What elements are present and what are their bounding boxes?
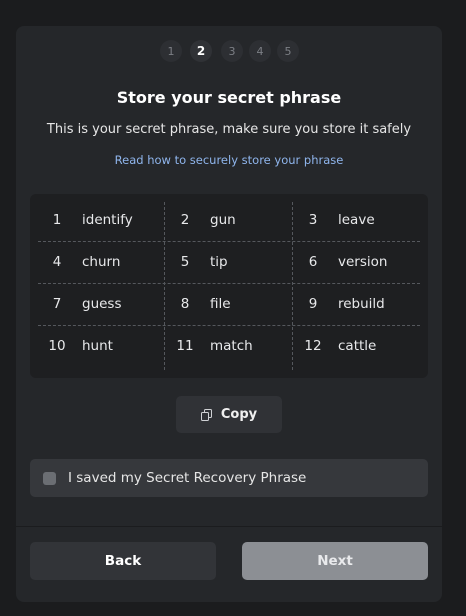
setup-card: 1 2 3 4 5 Store your secret phrase This … bbox=[16, 26, 442, 602]
saved-phrase-label: I saved my Secret Recovery Phrase bbox=[68, 470, 307, 486]
phrase-word-number: 2 bbox=[180, 212, 190, 228]
phrase-word-text: match bbox=[210, 338, 253, 354]
phrase-word-text: cattle bbox=[338, 338, 377, 354]
phrase-word-number: 3 bbox=[308, 212, 318, 228]
phrase-word-number: 5 bbox=[180, 254, 190, 270]
phrase-word-text: churn bbox=[82, 254, 121, 270]
help-link[interactable]: Read how to securely store your phrase bbox=[16, 153, 442, 167]
phrase-word-number: 10 bbox=[48, 338, 66, 354]
grid-divider bbox=[292, 202, 293, 370]
phrase-word-text: hunt bbox=[82, 338, 113, 354]
copy-icon bbox=[200, 408, 213, 421]
phrase-word: 6 version bbox=[300, 243, 388, 281]
copy-button[interactable]: Copy bbox=[176, 396, 282, 433]
page-title: Store your secret phrase bbox=[116, 88, 342, 107]
phrase-word-text: rebuild bbox=[338, 296, 385, 312]
page-subtitle: This is your secret phrase, make sure yo… bbox=[46, 122, 412, 137]
phrase-word-number: 6 bbox=[308, 254, 318, 270]
phrase-word-number: 9 bbox=[308, 296, 318, 312]
phrase-word: 7 guess bbox=[44, 285, 122, 323]
phrase-word-text: identify bbox=[82, 212, 133, 228]
grid-divider bbox=[38, 325, 420, 326]
phrase-word: 12 cattle bbox=[300, 327, 376, 365]
step-5: 5 bbox=[277, 40, 299, 62]
phrase-word: 8 file bbox=[172, 285, 231, 323]
grid-divider bbox=[38, 241, 420, 242]
phrase-word-text: leave bbox=[338, 212, 375, 228]
phrase-word-text: gun bbox=[210, 212, 236, 228]
step-4: 4 bbox=[249, 40, 271, 62]
phrase-word: 5 tip bbox=[172, 243, 228, 281]
progress-stepper: 1 2 3 4 5 bbox=[16, 40, 442, 62]
step-1: 1 bbox=[160, 40, 182, 62]
phrase-word: 10 hunt bbox=[44, 327, 113, 365]
phrase-word-number: 11 bbox=[176, 338, 194, 354]
step-2-current: 2 bbox=[190, 40, 212, 62]
phrase-word-number: 1 bbox=[52, 212, 62, 228]
phrase-word-number: 7 bbox=[52, 296, 62, 312]
phrase-word-text: version bbox=[338, 254, 388, 270]
step-3: 3 bbox=[221, 40, 243, 62]
phrase-word-number: 8 bbox=[180, 296, 190, 312]
phrase-word: 9 rebuild bbox=[300, 285, 385, 323]
phrase-word-text: file bbox=[210, 296, 231, 312]
copy-button-label: Copy bbox=[220, 407, 258, 422]
phrase-word: 3 leave bbox=[300, 201, 375, 239]
secret-phrase-grid: 1 identify 2 gun 3 leave 4 churn 5 tip 6 version 7 gu… bbox=[30, 194, 428, 378]
phrase-word-number: 12 bbox=[304, 338, 322, 354]
phrase-word-number: 4 bbox=[52, 254, 62, 270]
grid-divider bbox=[164, 202, 165, 370]
phrase-word: 1 identify bbox=[44, 201, 133, 239]
saved-phrase-checkbox[interactable] bbox=[43, 471, 56, 485]
next-button[interactable]: Next bbox=[242, 542, 428, 580]
grid-divider bbox=[38, 283, 420, 284]
back-button[interactable]: Back bbox=[30, 542, 216, 580]
phrase-word: 4 churn bbox=[44, 243, 121, 281]
saved-phrase-confirmation[interactable]: I saved my Secret Recovery Phrase bbox=[30, 459, 428, 497]
phrase-word: 11 match bbox=[172, 327, 253, 365]
phrase-word-text: guess bbox=[82, 296, 122, 312]
phrase-word: 2 gun bbox=[172, 201, 236, 239]
footer-divider bbox=[16, 526, 442, 527]
phrase-word-text: tip bbox=[210, 254, 228, 270]
